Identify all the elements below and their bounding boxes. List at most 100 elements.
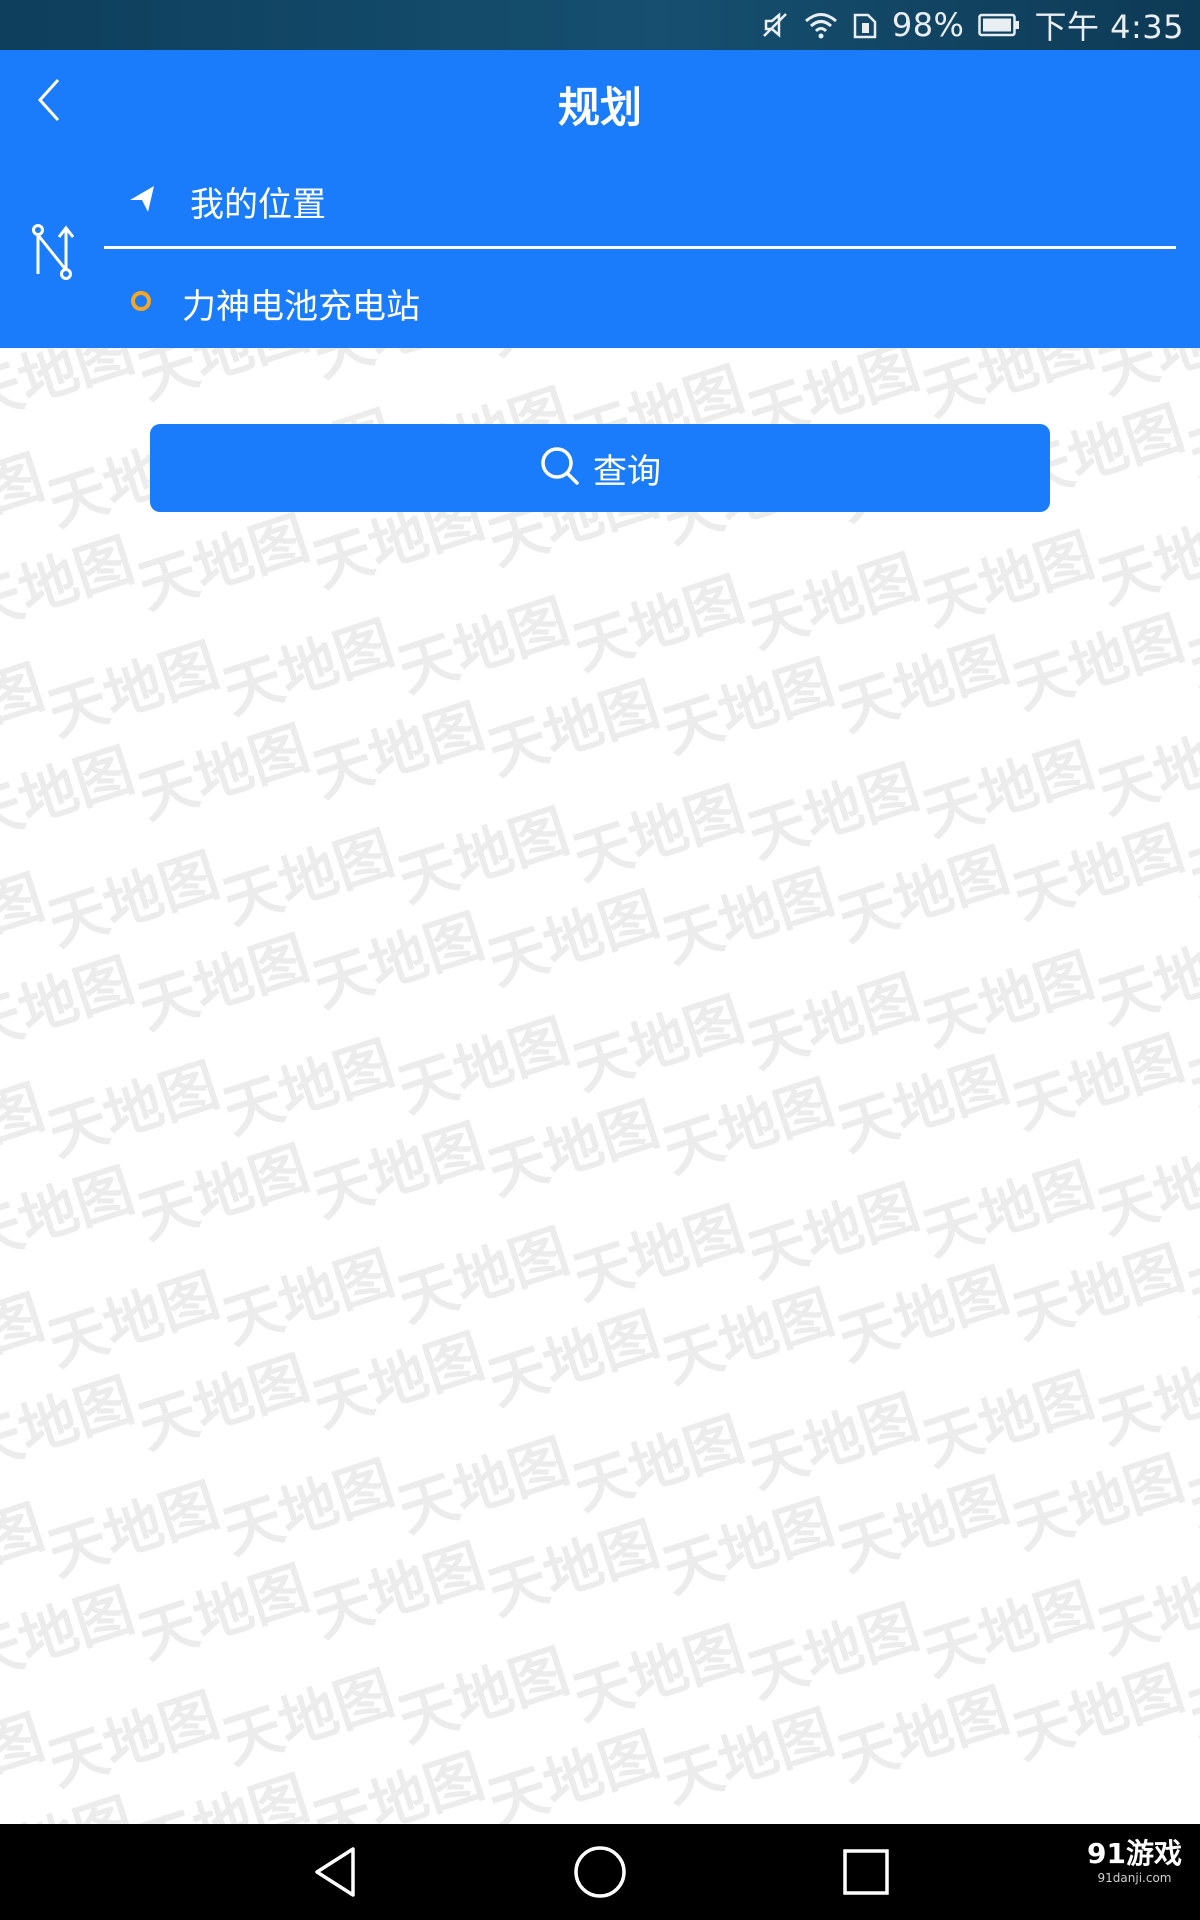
status-bar: 98% 下午 4:35	[0, 0, 1200, 50]
map-watermark-text: 天地图	[1005, 813, 1192, 932]
status-icons: 98% 下午 4:35	[760, 0, 1184, 50]
clock: 下午 4:35	[1034, 8, 1184, 46]
map-watermark-text: 天地图	[305, 901, 492, 1020]
battery-icon	[978, 13, 1020, 37]
search-icon	[539, 445, 581, 491]
map-watermark-text: 天地图	[480, 1089, 667, 1208]
map-watermark-text: 天地图	[915, 520, 1102, 639]
nav-home-button[interactable]	[552, 1824, 648, 1920]
map-watermark-text: 天地图	[651, 348, 842, 349]
map-watermark-text: 天地图	[0, 1365, 142, 1484]
map-watermark-text: 天地图	[0, 525, 142, 644]
map-watermark-text: 天地图	[480, 1299, 667, 1418]
map-watermark-text: 天地图	[215, 1028, 402, 1147]
map-watermark-text: 天地图	[390, 1426, 577, 1545]
map-watermark-text: 天地图	[130, 923, 317, 1042]
map-watermark-text: 天地图	[740, 542, 927, 661]
map-watermark-text: 天地图	[1180, 581, 1200, 700]
map-watermark-text: 天地图	[301, 348, 492, 393]
map-watermark-text: 天地图	[1090, 1548, 1200, 1667]
map-watermark-text: 天地图	[1005, 1233, 1192, 1352]
map-watermark-text: 天地图	[476, 348, 667, 371]
map-watermark-text: 天地图	[1005, 1443, 1192, 1562]
map-watermark-text: 天地图	[0, 1492, 52, 1611]
map-watermark-text: 天地图	[130, 713, 317, 832]
mute-icon	[760, 10, 790, 40]
destination-circle-icon	[128, 288, 154, 318]
map-watermark-text: 天地图	[830, 835, 1017, 954]
map-watermark-text: 天地图	[480, 1719, 667, 1824]
map-watermark-text: 天地图	[1005, 603, 1192, 722]
site-logo-text: 91游戏	[1087, 1837, 1182, 1870]
map-watermark-text: 天地图	[215, 608, 402, 727]
map-watermark-text: 天地图	[0, 1575, 142, 1694]
map-watermark-text: 天地图	[215, 1448, 402, 1567]
map-watermark-text: 天地图	[215, 1238, 402, 1357]
map-watermark-text: 天地图	[740, 962, 927, 1081]
query-button-label: 查询	[593, 451, 661, 492]
map-watermark-text: 天地图	[1090, 498, 1200, 617]
map-watermark-text: 天地图	[130, 348, 317, 412]
map-watermark-text: 天地图	[565, 1194, 752, 1313]
map-watermark-text: 天地图	[565, 1614, 752, 1733]
map-watermark-text: 天地图	[655, 1697, 842, 1816]
map-watermark-text: 天地图	[565, 564, 752, 683]
map-watermark-text: 天地图	[830, 625, 1017, 744]
system-nav-bar: 91游戏 91danji.com	[0, 1824, 1200, 1920]
map-watermark-text: 天地图	[130, 1763, 317, 1824]
map-watermark-text: 天地图	[0, 442, 52, 561]
page-title: 规划	[557, 83, 642, 132]
map-watermark-text: 天地图	[390, 586, 577, 705]
map-watermark-text: 天地图	[0, 945, 142, 1064]
swap-route-button[interactable]	[26, 222, 78, 282]
map-watermark-text: 天地图	[0, 862, 52, 981]
map-watermark-text: 天地图	[0, 348, 53, 354]
map-watermark-text: 天地图	[655, 647, 842, 766]
map-watermark-text: 天地图	[655, 1067, 842, 1186]
map-watermark-text: 天地图	[830, 1255, 1017, 1374]
map-watermark-text: 天地图	[915, 1570, 1102, 1689]
map-watermark-text: 天地图	[130, 1343, 317, 1462]
map-watermark-text: 天地图	[655, 857, 842, 976]
map-watermark-text: 天地图	[215, 818, 402, 937]
map-watermark-text: 天地图	[390, 1006, 577, 1125]
map-watermark-text: 天地图	[655, 1487, 842, 1606]
destination-label: 力神电池充电站	[182, 286, 420, 327]
map-watermark-text: 天地图	[740, 1382, 927, 1501]
query-button[interactable]: 查询	[150, 424, 1050, 512]
sim-icon	[852, 11, 878, 39]
map-watermark-text: 天地图	[40, 1050, 227, 1169]
map-watermark-text: 天地图	[0, 1155, 142, 1274]
map-watermark-text: 天地图	[740, 752, 927, 871]
map-watermark-text: 天地图	[655, 1277, 842, 1396]
map-watermark-text: 天地图	[915, 940, 1102, 1059]
back-icon	[315, 1847, 355, 1897]
map-watermark-text: 天地图	[0, 735, 142, 854]
recent-apps-icon	[843, 1849, 889, 1895]
map-watermark-text: 天地图	[1086, 348, 1200, 410]
origin-field[interactable]: 我的位置	[128, 166, 1160, 236]
map-watermark-text: 天地图	[1180, 1211, 1200, 1330]
map-watermark-text: 天地图	[130, 1133, 317, 1252]
map-watermark-text: 天地图	[1090, 1338, 1200, 1457]
map-watermark-layer: 天地图 天地图 天地图 天地图 天地图 天地图 天地图 天地图 天地图 天地图 天地图 天地图 天地图天…	[0, 348, 1200, 1824]
map-watermark-text: 天地图	[40, 1260, 227, 1379]
map-watermark-text: 天地图	[40, 840, 227, 959]
map-watermark-text: 天地图	[830, 1675, 1017, 1794]
map-watermark-text: 天地图	[305, 1531, 492, 1650]
map-watermark-text: 天地图	[0, 1702, 52, 1821]
swap-route-icon	[32, 224, 75, 280]
map-watermark-text: 天地图	[1180, 1631, 1200, 1750]
destination-field[interactable]: 力神电池充电站	[128, 268, 1160, 338]
map-watermark-text: 天地图	[390, 1216, 577, 1335]
map-watermark-text: 天地图	[1090, 1128, 1200, 1247]
route-divider	[104, 246, 1176, 249]
map-watermark-text: 天地图	[1180, 371, 1200, 490]
map-watermark-text: 天地图	[40, 630, 227, 749]
nav-recent-apps-button[interactable]	[818, 1824, 914, 1920]
map-watermark-text: 天地图	[480, 669, 667, 788]
nav-back-button[interactable]	[288, 1824, 384, 1920]
map-watermark-text: 天地图	[1005, 1653, 1192, 1772]
map-watermark-text: 天地图	[915, 1360, 1102, 1479]
map-watermark-text: 天地图	[565, 1404, 752, 1523]
